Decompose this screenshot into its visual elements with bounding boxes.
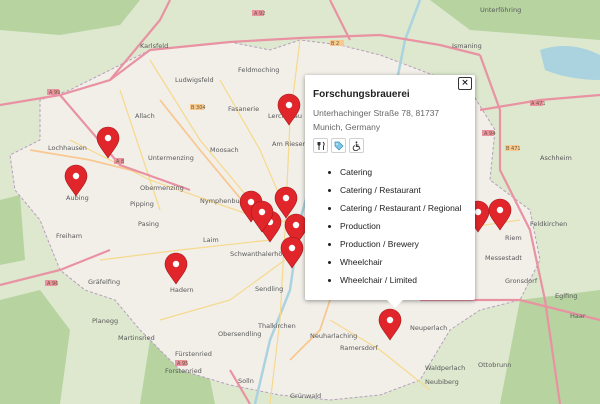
place-label: Grünwald (290, 392, 321, 400)
place-label: Nymphenburg (200, 197, 246, 205)
svg-text:A 92: A 92 (254, 11, 265, 17)
svg-text:A 96: A 96 (47, 281, 58, 287)
place-label: Messestadt (485, 254, 522, 262)
place-label: Aubing (66, 194, 89, 202)
place-label: Riem (505, 234, 522, 242)
list-item: Catering / Restaurant (340, 181, 467, 199)
place-label: Eglfing (555, 292, 577, 300)
tag-list: Catering Catering / Restaurant Catering … (313, 163, 467, 289)
svg-text:A 94: A 94 (484, 131, 495, 137)
place-label: Laim (203, 236, 219, 244)
place-label: Fasanerie (228, 105, 259, 113)
place-label: Planegg (92, 317, 118, 325)
place-label: Freiham (56, 232, 82, 240)
place-label: Ottobrunn (478, 361, 511, 369)
place-label: Obersendling (218, 330, 261, 338)
list-item: Catering / Restaurant / Regional (340, 199, 467, 217)
place-label: Solln (238, 377, 254, 385)
place-label: Thalkirchen (257, 322, 296, 330)
wheelchair-icon (349, 138, 364, 153)
place-label: Ismaning (452, 42, 482, 50)
place-label: Hadern (170, 286, 194, 294)
place-label: Moosach (210, 146, 239, 154)
place-label: Neuperlach (410, 324, 447, 332)
map-canvas[interactable]: A 92 A 99 A 8 A 96 A 471 A 94 A 95 B 304… (0, 0, 600, 404)
place-label: Untermenzing (148, 154, 194, 162)
place-label: Gräfelfing (88, 278, 120, 286)
place-label: Waldperlach (425, 364, 465, 372)
place-label: Obermenzing (140, 184, 184, 192)
list-item: Wheelchair (340, 253, 467, 271)
restaurant-icon (313, 138, 328, 153)
place-label: Feldmoching (238, 66, 279, 74)
svg-text:A 8: A 8 (116, 159, 124, 165)
place-label: Aschheim (540, 154, 572, 162)
place-label: Sendling (255, 285, 283, 293)
list-item: Production / Brewery (340, 235, 467, 253)
place-label: Gronsdorf (505, 277, 538, 285)
place-label: Unterföhring (480, 6, 521, 14)
place-label: Neuharlaching (310, 332, 357, 340)
place-label: Feldkirchen (530, 220, 567, 228)
place-label: Forstenried (165, 367, 202, 375)
list-item: Production (340, 217, 467, 235)
popup-address: Unterhachinger Straße 78, 81737 Munich, … (313, 108, 440, 132)
info-popup: × Forschungsbrauerei Unterhachinger Stra… (305, 75, 475, 308)
list-item: Wheelchair / Limited (340, 271, 467, 289)
svg-text:B 2: B 2 (331, 41, 339, 47)
place-label: Allach (135, 112, 155, 120)
svg-text:B 304: B 304 (191, 105, 206, 111)
svg-text:A 471: A 471 (531, 101, 546, 107)
popup-title: Forschungsbrauerei (313, 89, 410, 100)
close-button[interactable]: × (458, 77, 472, 90)
svg-text:A 99: A 99 (49, 90, 60, 96)
place-label: Pasing (138, 220, 159, 228)
svg-text:B 471: B 471 (506, 146, 521, 152)
place-label: Karlsfeld (140, 42, 168, 50)
place-label: Neubiberg (425, 378, 459, 386)
place-label: Lochhausen (48, 144, 87, 152)
place-label: Pipping (130, 200, 154, 208)
place-label: Fürstenried (175, 350, 212, 358)
list-item: Catering (340, 163, 467, 181)
place-label: Haar (570, 312, 586, 320)
place-label: Ramersdorf (340, 344, 379, 352)
place-label: Martinsried (118, 334, 155, 342)
category-icons (313, 138, 467, 153)
tag-icon (331, 138, 346, 153)
place-label: Ludwigsfeld (175, 76, 214, 84)
